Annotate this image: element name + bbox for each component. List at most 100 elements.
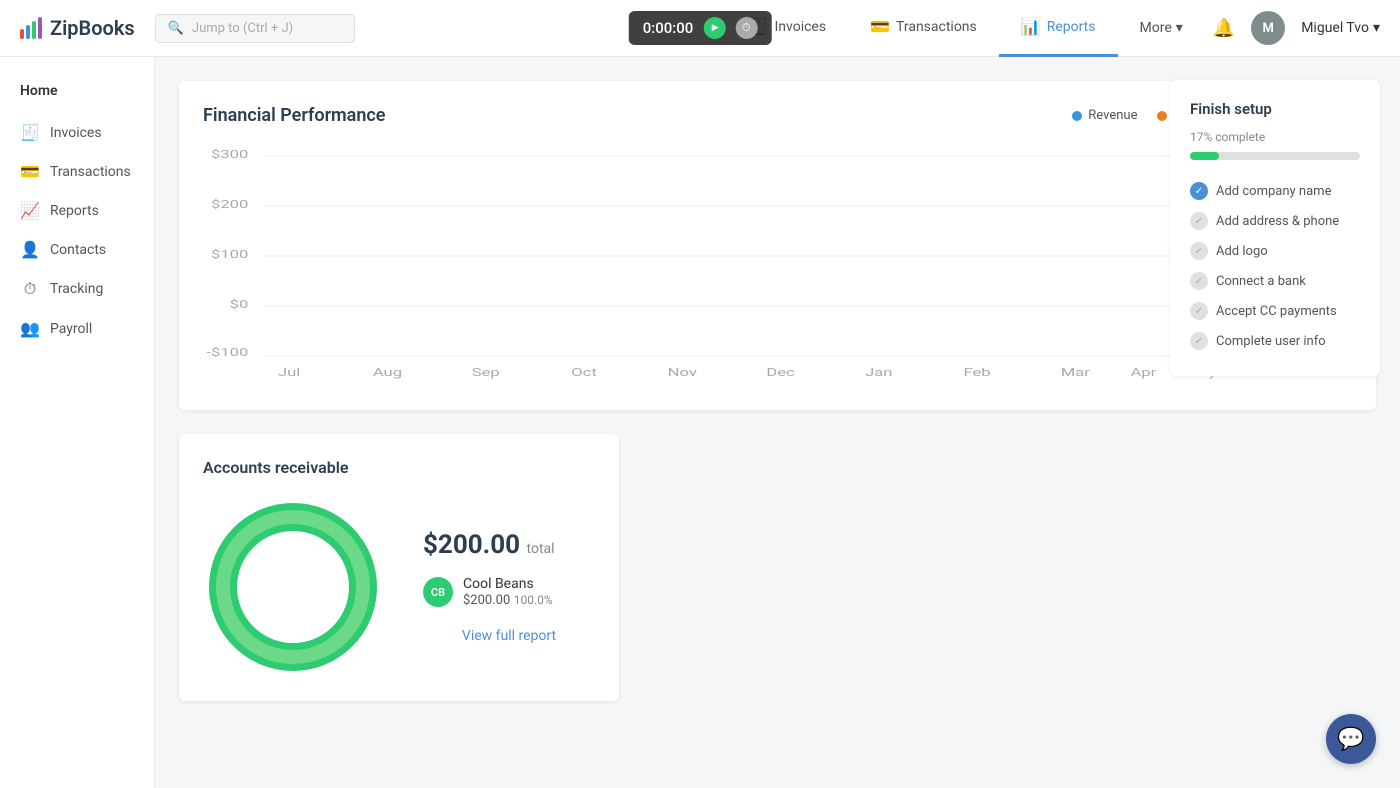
check-todo-icon: ✓ xyxy=(1190,242,1208,260)
svg-text:Mar: Mar xyxy=(1061,367,1090,379)
check-todo-icon: ✓ xyxy=(1190,212,1208,230)
search-box[interactable]: 🔍 Jump to (Ctrl + J) xyxy=(155,14,355,43)
svg-text:$200: $200 xyxy=(211,198,248,211)
sidebar-item-invoices[interactable]: 🧾 Invoices xyxy=(0,113,154,152)
contacts-sidebar-icon: 👤 xyxy=(20,240,40,259)
svg-text:Jul: Jul xyxy=(278,367,300,379)
revenue-legend-label: Revenue xyxy=(1088,108,1137,123)
nav-transactions[interactable]: 💳 Transactions xyxy=(848,0,999,57)
svg-text:$300: $300 xyxy=(211,148,248,161)
svg-text:Jan: Jan xyxy=(865,367,892,379)
chat-button[interactable]: 💬 xyxy=(1326,714,1376,764)
sidebar-item-reports[interactable]: 📈 Reports xyxy=(0,191,154,230)
setup-item-address[interactable]: ✓ Add address & phone xyxy=(1190,206,1360,236)
logo-icon xyxy=(20,17,42,39)
revenue-dot xyxy=(1072,111,1082,121)
main-nav: 🧾 Invoices 💳 Transactions 📊 Reports More… xyxy=(727,0,1205,57)
svg-text:Dec: Dec xyxy=(766,367,794,379)
sidebar-item-payroll[interactable]: 👥 Payroll xyxy=(0,309,154,348)
ar-item-name: Cool Beans xyxy=(463,576,553,592)
view-full-report-link[interactable]: View full report xyxy=(423,628,595,644)
check-todo-icon: ✓ xyxy=(1190,272,1208,290)
sidebar-transactions-label: Transactions xyxy=(50,164,131,180)
setup-cc-label: Accept CC payments xyxy=(1216,304,1337,319)
nav-invoices-label: Invoices xyxy=(775,19,827,35)
reports-nav-icon: 📊 xyxy=(1021,17,1041,36)
chat-icon: 💬 xyxy=(1337,727,1364,752)
setup-title: Finish setup xyxy=(1190,100,1360,118)
invoices-sidebar-icon: 🧾 xyxy=(20,123,40,142)
setup-card: Finish setup 17% complete ✓ Add company … xyxy=(1170,80,1380,376)
transactions-nav-icon: 💳 xyxy=(870,17,890,36)
setup-company-label: Add company name xyxy=(1216,184,1331,199)
ar-total-label: total xyxy=(527,541,555,557)
sidebar-tracking-label: Tracking xyxy=(50,281,103,297)
ar-title: Accounts receivable xyxy=(203,458,595,477)
svg-text:Sep: Sep xyxy=(472,367,500,379)
sidebar-invoices-label: Invoices xyxy=(50,125,102,141)
search-icon: 🔍 xyxy=(168,21,184,36)
setup-item-userinfo[interactable]: ✓ Complete user info xyxy=(1190,326,1360,356)
header-right: 🔔 M Miguel Tvo ▾ xyxy=(1213,11,1380,45)
sidebar-item-transactions[interactable]: 💳 Transactions xyxy=(0,152,154,191)
ar-items: CB Cool Beans $200.00 100.0% xyxy=(423,576,595,608)
svg-text:-$100: -$100 xyxy=(206,346,248,359)
chevron-down-icon: ▾ xyxy=(1373,20,1380,36)
avatar[interactable]: M xyxy=(1251,11,1285,45)
chart-title: Financial Performance xyxy=(203,105,385,126)
tracking-sidebar-icon: ⏱ xyxy=(20,279,40,299)
chevron-down-icon: ▾ xyxy=(1176,20,1183,36)
svg-text:Feb: Feb xyxy=(963,367,990,379)
legend-revenue: Revenue xyxy=(1072,108,1137,123)
sidebar-item-contacts[interactable]: 👤 Contacts xyxy=(0,230,154,269)
user-name[interactable]: Miguel Tvo ▾ xyxy=(1301,20,1380,36)
ar-total: $200.00 total xyxy=(423,530,595,560)
nav-transactions-label: Transactions xyxy=(896,19,977,35)
nav-reports-label: Reports xyxy=(1047,19,1096,35)
transactions-sidebar-icon: 💳 xyxy=(20,162,40,181)
setup-percent: 17% complete xyxy=(1190,130,1360,144)
setup-item-bank[interactable]: ✓ Connect a bank xyxy=(1190,266,1360,296)
reports-sidebar-icon: 📈 xyxy=(20,201,40,220)
ar-content: $200.00 total CB Cool Beans $200.00 100.… xyxy=(203,497,595,677)
ar-details: $200.00 total CB Cool Beans $200.00 100.… xyxy=(423,530,595,644)
nav-more-label: More xyxy=(1140,20,1172,36)
setup-userinfo-label: Complete user info xyxy=(1216,334,1326,349)
svg-text:Oct: Oct xyxy=(571,367,597,379)
ar-item: CB Cool Beans $200.00 100.0% xyxy=(423,576,595,608)
nav-reports[interactable]: 📊 Reports xyxy=(999,0,1118,57)
ar-item-avatar: CB xyxy=(423,577,453,607)
sidebar-contacts-label: Contacts xyxy=(50,242,106,258)
bell-icon[interactable]: 🔔 xyxy=(1213,18,1235,39)
sidebar-home[interactable]: Home xyxy=(0,73,154,113)
nav-more[interactable]: More ▾ xyxy=(1118,20,1205,36)
ar-item-pct: 100.0% xyxy=(514,593,553,607)
setup-item-logo[interactable]: ✓ Add logo xyxy=(1190,236,1360,266)
check-done-icon: ✓ xyxy=(1190,182,1208,200)
accounts-receivable-card: Accounts receivable $200.00 total xyxy=(179,434,619,701)
svg-text:Apr: Apr xyxy=(1130,367,1156,379)
sidebar-item-tracking[interactable]: ⏱ Tracking xyxy=(0,269,154,309)
donut-chart xyxy=(203,497,383,677)
expenses-dot xyxy=(1157,111,1167,121)
setup-panel: Finish setup 17% complete ✓ Add company … xyxy=(1170,80,1380,376)
progress-bar-bg xyxy=(1190,152,1360,160)
ar-item-amount: $200.00 xyxy=(463,593,510,608)
progress-bar-fill xyxy=(1190,152,1219,160)
sidebar-reports-label: Reports xyxy=(50,203,99,219)
sidebar: Home 🧾 Invoices 💳 Transactions 📈 Reports… xyxy=(0,57,155,788)
check-todo-icon: ✓ xyxy=(1190,332,1208,350)
logo[interactable]: ZipBooks xyxy=(20,16,135,40)
search-placeholder: Jump to (Ctrl + J) xyxy=(192,21,293,36)
svg-text:Aug: Aug xyxy=(373,367,402,379)
main-header: ZipBooks 🔍 Jump to (Ctrl + J) 0:00:00 🧾 … xyxy=(0,0,1400,57)
setup-item-cc[interactable]: ✓ Accept CC payments xyxy=(1190,296,1360,326)
setup-logo-label: Add logo xyxy=(1216,244,1268,259)
sidebar-payroll-label: Payroll xyxy=(50,321,92,337)
setup-item-company[interactable]: ✓ Add company name xyxy=(1190,176,1360,206)
setup-bank-label: Connect a bank xyxy=(1216,274,1306,289)
timer-play-button[interactable] xyxy=(703,17,725,39)
timer-stop-button[interactable] xyxy=(735,17,757,39)
svg-text:$100: $100 xyxy=(211,248,248,261)
timer-widget: 0:00:00 xyxy=(629,11,772,45)
